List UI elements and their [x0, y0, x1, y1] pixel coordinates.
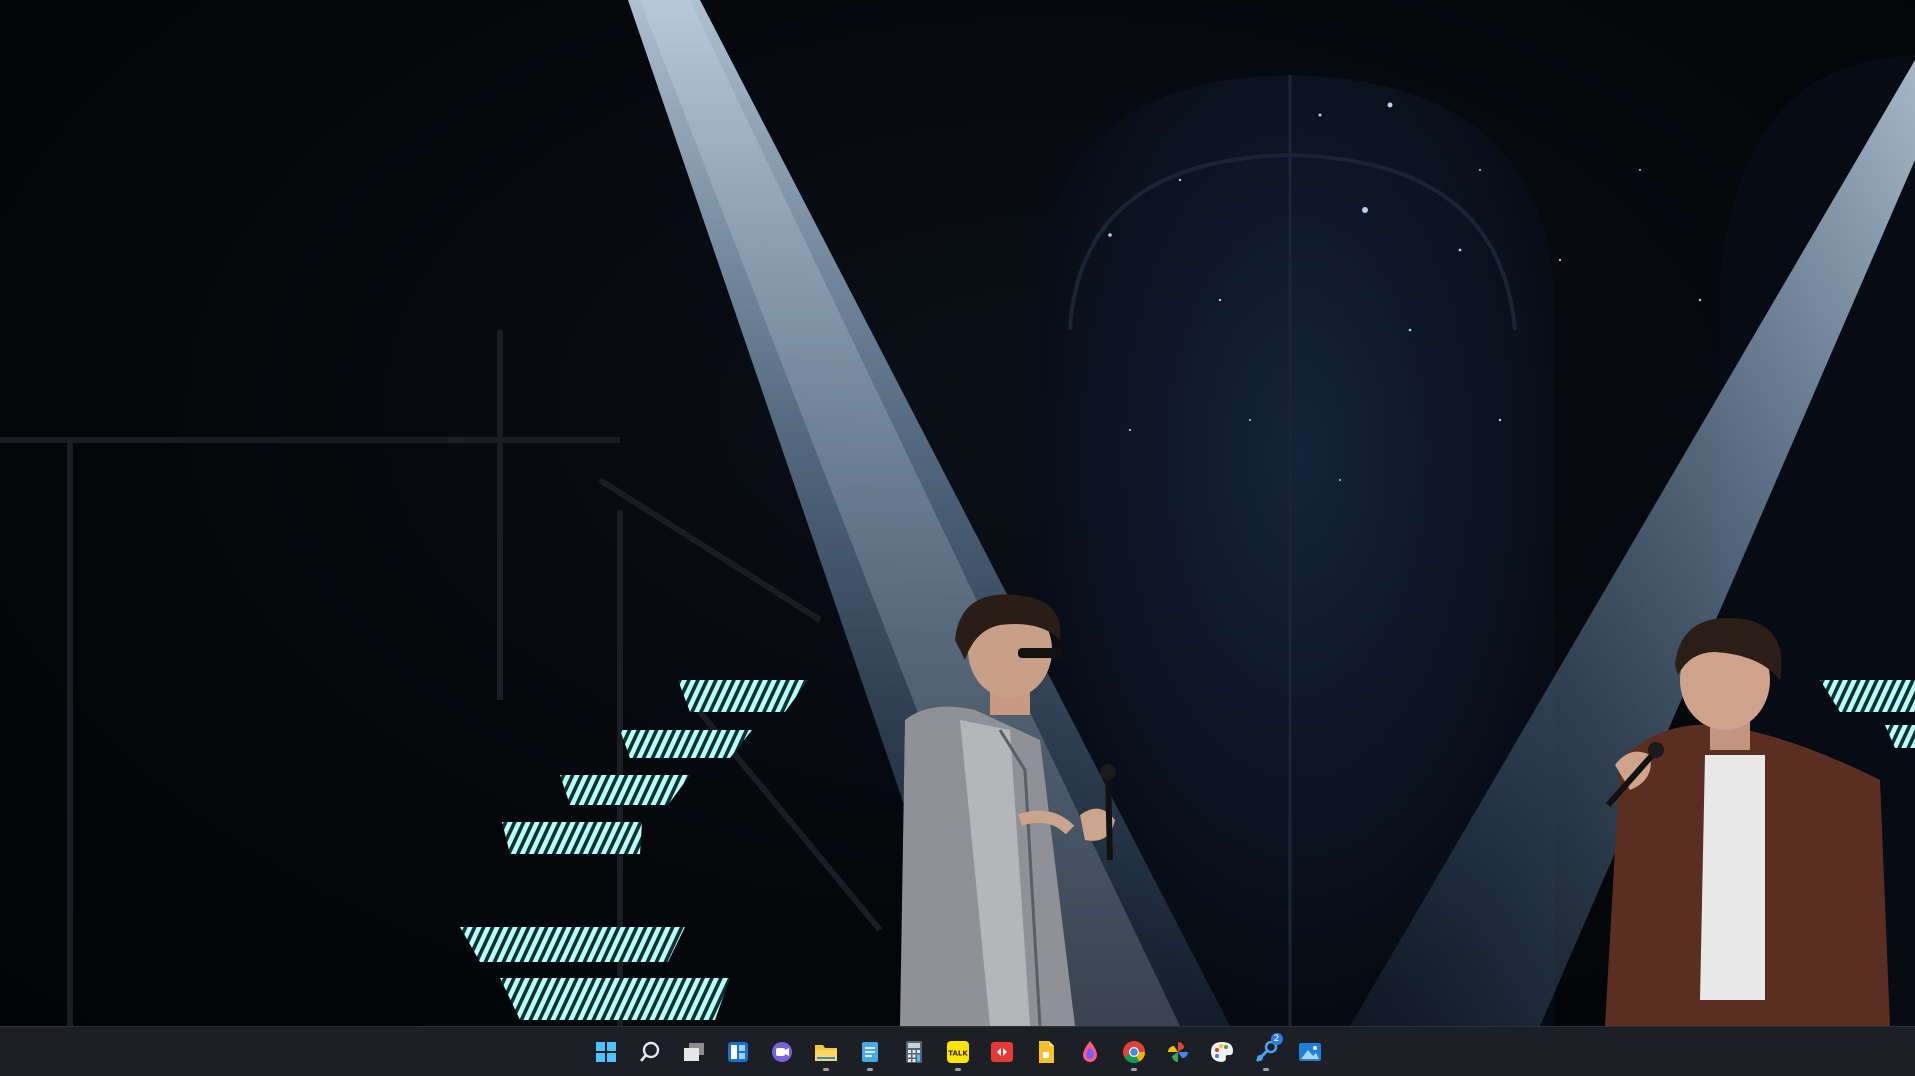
- pinwheel-icon: [1167, 1041, 1188, 1062]
- widgets-button[interactable]: [718, 1032, 758, 1072]
- search-icon: [639, 1041, 659, 1062]
- photos-button[interactable]: [1290, 1032, 1330, 1072]
- calculator-button[interactable]: [894, 1032, 934, 1072]
- remote-app-button[interactable]: [982, 1032, 1022, 1072]
- task-view-icon: [683, 1042, 704, 1061]
- chat-camera-icon: [771, 1041, 792, 1062]
- image-icon: [1298, 1042, 1321, 1061]
- windows-logo-icon: [595, 1041, 616, 1062]
- task-view-button[interactable]: [674, 1032, 714, 1072]
- yellow-document-icon: [1038, 1040, 1054, 1063]
- steam-notification-badge: 2: [1270, 1032, 1283, 1045]
- kakaotalk-icon: TALK: [946, 1040, 969, 1063]
- kakaotalk-button[interactable]: TALK: [938, 1032, 978, 1072]
- drop-app-button[interactable]: [1070, 1032, 1110, 1072]
- notepad-icon: [861, 1041, 878, 1062]
- calculator-icon: [905, 1040, 922, 1063]
- search-button[interactable]: [630, 1032, 670, 1072]
- folder-icon: [814, 1044, 837, 1061]
- notepad-button[interactable]: [850, 1032, 890, 1072]
- taskbar: TALK 2: [0, 1026, 1915, 1076]
- concert-scene: [0, 0, 1915, 1026]
- chrome-icon: [1122, 1040, 1145, 1063]
- chrome-button[interactable]: [1114, 1032, 1154, 1072]
- paint-palette-icon: [1210, 1041, 1233, 1062]
- steam-button[interactable]: 2: [1246, 1032, 1286, 1072]
- document-app-button[interactable]: [1026, 1032, 1066, 1072]
- file-explorer-button[interactable]: [806, 1032, 846, 1072]
- color-drop-icon: [1082, 1040, 1097, 1062]
- stage-scaffold: [0, 330, 883, 1026]
- kakaotalk-label: TALK: [948, 1049, 968, 1057]
- red-arrows-icon: [990, 1041, 1013, 1062]
- teams-chat-button[interactable]: [762, 1032, 802, 1072]
- video-frame[interactable]: [0, 0, 1915, 1026]
- paint-button[interactable]: [1202, 1032, 1242, 1072]
- start-button[interactable]: [586, 1032, 626, 1072]
- widgets-icon: [727, 1041, 748, 1062]
- photos-pinwheel-button[interactable]: [1158, 1032, 1198, 1072]
